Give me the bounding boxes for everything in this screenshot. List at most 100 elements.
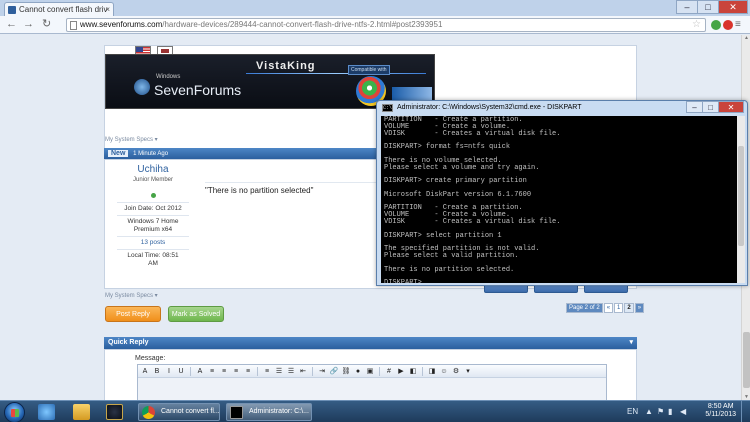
editor-tool-button[interactable]: U: [176, 367, 186, 376]
chrome-icon: [142, 406, 155, 419]
reload-icon[interactable]: ↻: [42, 18, 51, 31]
flag-icon[interactable]: ⚑: [657, 407, 664, 416]
obscured-buttons: [484, 285, 628, 293]
editor-tool-button[interactable]: ≡: [243, 367, 253, 376]
quick-reply-header[interactable]: Quick Reply ▾: [104, 337, 637, 349]
my-system-specs-link[interactable]: My System Specs ▾: [105, 292, 158, 299]
volume-icon[interactable]: ◀: [680, 407, 686, 416]
clock-time: 8:50 AM: [707, 403, 734, 410]
console-line: There is no partition selected.: [384, 265, 515, 274]
minimize-button[interactable]: –: [676, 0, 698, 14]
editor-tool-button[interactable]: ⛓: [341, 367, 351, 376]
message-editor[interactable]: A B I U A ≡ ≡ ≡ ≡ ≡ ☰ ☰ ⇤ ⇥ 🔗 ⛓ ● ▣ # ▶ ◧ ◨ ☺ ⚙ ▾: [137, 364, 607, 400]
cmd-window: C:\ Administrator: C:\Windows\System32\c…: [376, 100, 748, 286]
editor-tool-button[interactable]: A: [195, 367, 205, 376]
console-line: DISKPART> create primary partition: [384, 177, 527, 186]
online-status-icon: [150, 193, 156, 198]
page-1[interactable]: 1: [614, 303, 624, 313]
editor-tool-button[interactable]: I: [164, 367, 174, 376]
editor-tool-button[interactable]: ◨: [427, 367, 437, 376]
show-hidden-icons-icon[interactable]: ▲: [645, 407, 653, 416]
editor-tool-button[interactable]: 🔗: [329, 367, 339, 376]
new-badge: New: [108, 150, 129, 157]
windows-logo-icon: [134, 79, 150, 95]
console-line: Please select a volume and try again.: [384, 163, 540, 172]
page-label: Page 2 of 2: [566, 303, 603, 313]
console-output[interactable]: PARTITION - Create a partition. VOLUME - …: [381, 116, 737, 283]
my-system-specs-link[interactable]: My System Specs ▾: [105, 136, 158, 143]
editor-tool-button[interactable]: ⚙: [451, 367, 461, 376]
scrollbar-thumb[interactable]: [743, 332, 750, 388]
editor-tool-button[interactable]: ◧: [408, 367, 418, 376]
join-date: Join Date: Oct 2012: [117, 202, 189, 215]
post-message: "There is no partition selected": [205, 186, 314, 195]
close-button[interactable]: ✕: [718, 0, 748, 14]
obscured-button[interactable]: [584, 285, 628, 293]
local-time: Local Time: 08:51 AM: [117, 249, 189, 270]
editor-tool-button[interactable]: ▾: [463, 367, 473, 376]
username[interactable]: Uchiha: [117, 164, 189, 175]
editor-tool-button[interactable]: ▶: [396, 367, 406, 376]
editor-tool-button[interactable]: ☰: [274, 367, 284, 376]
editor-tool-button[interactable]: ⇤: [298, 367, 308, 376]
cmd-scrollbar-thumb[interactable]: [738, 146, 744, 246]
page-prev[interactable]: «: [603, 303, 614, 313]
browser-tab[interactable]: Cannot convert flash driv ×: [4, 2, 114, 16]
post-reply-button[interactable]: Post Reply: [105, 306, 161, 322]
internet-explorer-icon[interactable]: [38, 404, 55, 420]
editor-tool-button[interactable]: ≡: [207, 367, 217, 376]
cmd-maximize-button[interactable]: □: [702, 101, 719, 113]
editor-tool-button[interactable]: ≡: [219, 367, 229, 376]
obscured-button[interactable]: [534, 285, 578, 293]
cmd-minimize-button[interactable]: –: [686, 101, 703, 113]
console-line: DISKPART> format fs=ntfs quick: [384, 143, 511, 152]
toolbar-separator: [257, 367, 258, 376]
scroll-up-icon[interactable]: ▲: [742, 35, 750, 41]
show-desktop-button[interactable]: [741, 401, 750, 422]
language-indicator[interactable]: EN: [627, 407, 638, 416]
file-explorer-icon[interactable]: [73, 404, 90, 420]
editor-tool-button[interactable]: ≡: [231, 367, 241, 376]
collapse-icon[interactable]: ▾: [629, 337, 633, 349]
cmd-scrollbar[interactable]: [737, 116, 745, 283]
forward-icon[interactable]: →: [23, 18, 34, 31]
cmd-window-controls: – □ ✕: [686, 101, 744, 113]
page-2: 2: [624, 303, 634, 313]
menu-icon[interactable]: ≡: [735, 18, 741, 31]
page-icon: [70, 21, 77, 30]
page-next[interactable]: »: [634, 303, 645, 313]
sevenforums-favicon-icon: [8, 6, 16, 14]
league-launcher-icon[interactable]: [106, 404, 123, 420]
editor-tool-button[interactable]: A: [140, 367, 150, 376]
editor-tool-button[interactable]: ≡: [262, 367, 272, 376]
tab-close-icon[interactable]: ×: [105, 3, 110, 16]
clock[interactable]: 8:50 AM 5/11/2013: [705, 403, 736, 419]
editor-tool-button[interactable]: B: [152, 367, 162, 376]
obscured-button[interactable]: [484, 285, 528, 293]
editor-tool-button[interactable]: ⇥: [317, 367, 327, 376]
taskbar-cmd[interactable]: Administrator: C:\...: [226, 403, 312, 421]
editor-tool-button[interactable]: ●: [353, 367, 363, 376]
back-icon[interactable]: ←: [6, 18, 17, 31]
console-line: DISKPART> select partition 1: [384, 231, 502, 240]
mark-as-solved-button[interactable]: Mark as Solved: [168, 306, 224, 322]
console-line: VDISK - Creates a virtual disk file.: [384, 217, 561, 226]
maximize-button[interactable]: □: [697, 0, 719, 14]
post-count-link[interactable]: 13 posts: [117, 236, 189, 249]
address-bar[interactable]: www.sevenforums.com/hardware-devices/289…: [66, 18, 706, 32]
taskbar-chrome[interactable]: Cannot convert fl...: [138, 403, 220, 421]
editor-tool-button[interactable]: ☺: [439, 367, 449, 376]
start-button[interactable]: [4, 402, 25, 422]
network-icon[interactable]: ▮: [668, 407, 672, 416]
extension-check-icon[interactable]: [711, 20, 721, 30]
editor-tool-button[interactable]: ▣: [365, 367, 375, 376]
url-path: /hardware-devices/289444-cannot-convert-…: [162, 20, 443, 29]
extension-stop-icon[interactable]: [723, 20, 733, 30]
user-title: Junior Member: [132, 177, 173, 183]
editor-tool-button[interactable]: ☰: [286, 367, 296, 376]
browser-window-controls: – □ ✕: [676, 0, 748, 14]
editor-tool-button[interactable]: #: [384, 367, 394, 376]
bookmark-star-icon[interactable]: ☆: [692, 19, 701, 31]
cmd-close-button[interactable]: ✕: [718, 101, 744, 113]
